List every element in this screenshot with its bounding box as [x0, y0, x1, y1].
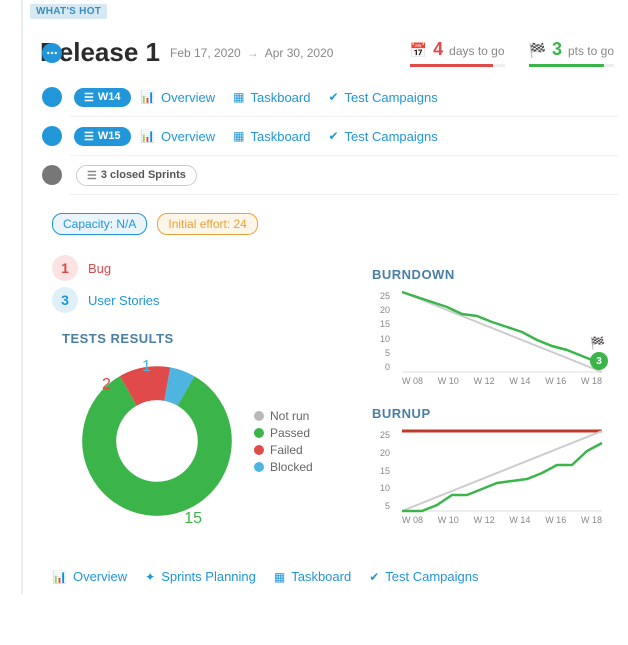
sprint-row-w14: ☰ W14 📊Overview ▦Taskboard ✔Test Campaig…: [30, 82, 628, 112]
closed-node-icon: [42, 165, 62, 185]
test-campaigns-link[interactable]: ✔Test Campaigns: [369, 569, 478, 584]
divider: [70, 155, 618, 156]
arrow-icon: →: [247, 46, 259, 60]
user-stories-badge: 3: [52, 287, 78, 313]
closed-sprints-pill[interactable]: ☰ 3 closed Sprints: [76, 165, 197, 186]
donut-failed-label: 2: [102, 376, 111, 394]
sprint-icon: ☰: [87, 169, 97, 182]
initial-effort-pill: Initial effort: 24: [157, 213, 258, 235]
taskboard-link[interactable]: ▦Taskboard: [274, 569, 351, 584]
bug-count-badge: 1: [52, 255, 78, 281]
swatch-passed: [254, 428, 264, 438]
sprint-node-icon: [42, 126, 62, 146]
test-campaigns-link[interactable]: ✔Test Campaigns: [328, 129, 437, 144]
burndown-title: BURNDOWN: [372, 267, 618, 282]
release-date-range: Feb 17, 2020 → Apr 30, 2020: [170, 46, 333, 60]
pts-to-go-value: 3: [552, 39, 562, 60]
days-to-go-value: 4: [433, 39, 443, 60]
burndown-chart: 25 20 15 10 5 0: [402, 292, 602, 372]
chart-icon: 📊: [140, 129, 155, 143]
days-to-go-metric: 📅 4 days to go: [410, 39, 505, 67]
overview-link[interactable]: 📊Overview: [140, 129, 215, 144]
donut-passed-label: 15: [184, 510, 202, 528]
sprint-label: W15: [98, 130, 121, 142]
taskboard-link[interactable]: ▦Taskboard: [233, 129, 310, 144]
release-end-date: Apr 30, 2020: [265, 46, 334, 60]
sprints-planning-link[interactable]: ✦Sprints Planning: [145, 569, 256, 584]
pts-to-go-metric: 🏁 3 pts to go: [529, 39, 614, 67]
release-bottom-links: 📊Overview ✦Sprints Planning ▦Taskboard ✔…: [30, 555, 628, 594]
release-start-date: Feb 17, 2020: [170, 46, 241, 60]
tests-results-title: TESTS RESULTS: [62, 331, 352, 346]
capacity-pill: Capacity: N/A: [52, 213, 147, 235]
sprint-pill-w15[interactable]: ☰ W15: [74, 127, 131, 146]
flag-icon: 🏁: [590, 336, 608, 350]
whats-hot-badge: WHAT'S HOT: [30, 4, 107, 19]
days-to-go-label: days to go: [449, 44, 504, 58]
sprint-icon: ☰: [84, 130, 94, 143]
flag-icon: 🏁: [529, 42, 546, 59]
sprint-row-w15: ☰ W15 📊Overview ▦Taskboard ✔Test Campaig…: [30, 121, 628, 151]
sprint-icon: ☰: [84, 91, 94, 104]
divider: [70, 116, 618, 117]
taskboard-link[interactable]: ▦Taskboard: [233, 90, 310, 105]
overview-link[interactable]: 📊Overview: [52, 569, 127, 584]
burnup-title: BURNUP: [372, 406, 618, 421]
closed-sprints-label: 3 closed Sprints: [101, 169, 186, 181]
release-header: Release 1 Feb 17, 2020 → Apr 30, 2020 📅 …: [30, 37, 628, 68]
chart-icon: 📊: [52, 570, 67, 584]
swatch-blocked: [254, 462, 264, 472]
swatch-failed: [254, 445, 264, 455]
sprint-pill-w14[interactable]: ☰ W14: [74, 88, 131, 107]
user-stories-label: User Stories: [88, 293, 160, 308]
bug-count-row[interactable]: 1 Bug: [52, 255, 352, 281]
swatch-notrun: [254, 411, 264, 421]
user-stories-row[interactable]: 3 User Stories: [52, 287, 352, 313]
donut-blocked-label: 1: [142, 358, 151, 376]
burndown-end-badge: 🏁 3: [590, 336, 608, 370]
board-icon: ▦: [274, 570, 285, 584]
check-icon: ✔: [369, 570, 379, 584]
planning-icon: ✦: [145, 570, 155, 584]
pts-to-go-label: pts to go: [568, 44, 614, 58]
overview-link[interactable]: 📊Overview: [140, 90, 215, 105]
sprint-node-icon: [42, 87, 62, 107]
closed-sprints-row: ☰ 3 closed Sprints: [30, 160, 628, 190]
board-icon: ▦: [233, 90, 244, 104]
release-node-icon: [42, 43, 62, 63]
sprint-label: W14: [98, 91, 121, 103]
bug-label: Bug: [88, 261, 111, 276]
board-icon: ▦: [233, 129, 244, 143]
test-campaigns-link[interactable]: ✔Test Campaigns: [328, 90, 437, 105]
check-icon: ✔: [328, 129, 338, 143]
tests-legend: Not run Passed Failed Blocked: [254, 406, 313, 477]
chart-icon: 📊: [140, 90, 155, 104]
check-icon: ✔: [328, 90, 338, 104]
tests-donut-chart: 1 2 15: [72, 356, 242, 526]
calendar-icon: 📅: [410, 42, 427, 59]
burnup-chart: 25 20 15 10 5: [402, 431, 602, 511]
